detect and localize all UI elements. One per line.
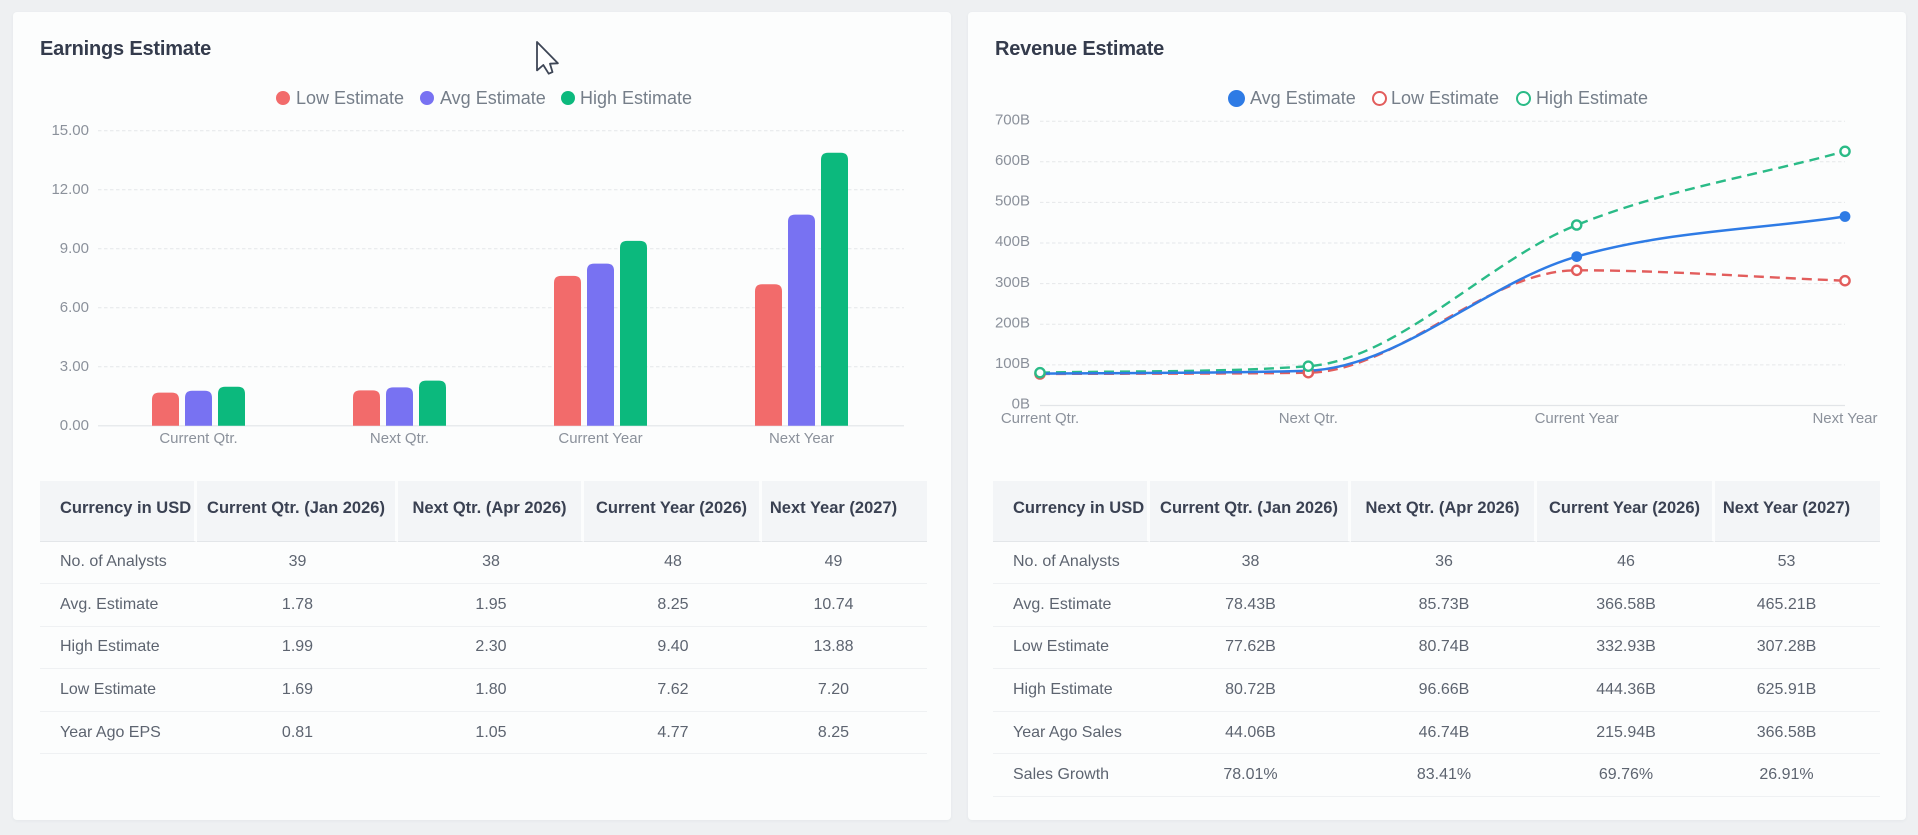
svg-text:100B: 100B: [995, 355, 1030, 372]
svg-text:Next Qtr.: Next Qtr.: [370, 430, 429, 447]
svg-text:Current Qtr.: Current Qtr.: [159, 430, 237, 447]
svg-text:400B: 400B: [995, 233, 1030, 250]
svg-text:0.00: 0.00: [60, 417, 89, 434]
svg-text:200B: 200B: [995, 315, 1030, 332]
svg-text:Current Qtr.: Current Qtr.: [1001, 410, 1079, 427]
svg-text:3.00: 3.00: [60, 358, 89, 375]
svg-text:Next Qtr.: Next Qtr.: [1279, 410, 1338, 427]
svg-text:300B: 300B: [995, 274, 1030, 291]
svg-text:Current Year: Current Year: [558, 430, 642, 447]
svg-text:15.00: 15.00: [51, 122, 89, 139]
svg-text:Next Year: Next Year: [1812, 410, 1877, 427]
svg-text:700B: 700B: [995, 111, 1030, 128]
svg-text:9.00: 9.00: [60, 240, 89, 257]
svg-text:Current Year: Current Year: [1535, 410, 1619, 427]
svg-text:12.00: 12.00: [51, 181, 89, 198]
svg-text:6.00: 6.00: [60, 299, 89, 316]
svg-text:Next Year: Next Year: [769, 430, 834, 447]
svg-text:600B: 600B: [995, 152, 1030, 169]
svg-text:500B: 500B: [995, 193, 1030, 210]
